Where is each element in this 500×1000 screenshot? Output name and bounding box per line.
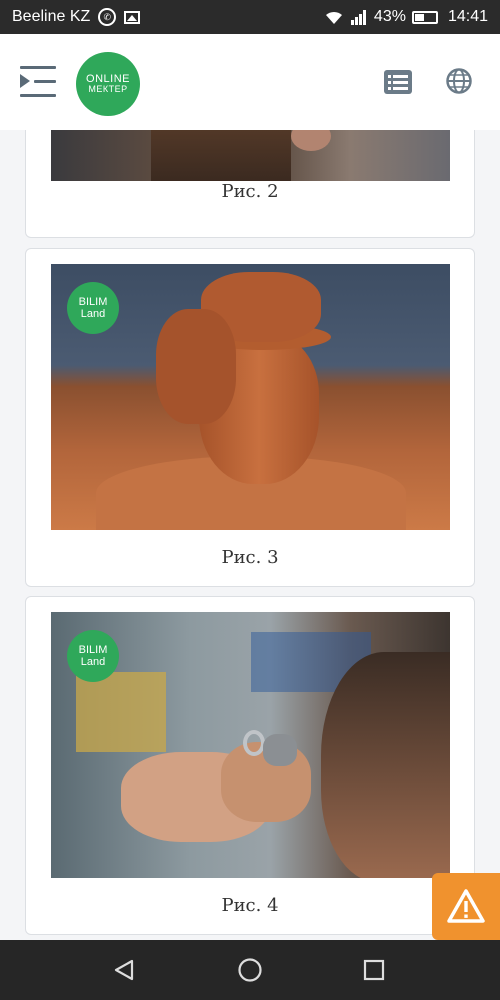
figure-caption: Рис. 4 [221,895,279,916]
figure-image[interactable] [51,130,450,181]
bilimland-watermark: BILIM Land [67,282,119,334]
clock: 14:41 [447,8,488,25]
battery-level: 43% [373,8,406,25]
figure-image[interactable]: BILIM Land [51,264,450,530]
bilimland-watermark: BILIM Land [67,630,119,682]
list-icon[interactable] [384,70,412,94]
image-icon [124,10,141,24]
navigation-bar [0,940,500,1000]
online-mektep-logo[interactable]: ONLINE МЕКТЕР [76,52,140,116]
home-icon[interactable] [237,957,263,983]
watermark-line-2: Land [80,656,106,668]
battery-icon [411,10,438,24]
menu-icon[interactable] [20,66,56,98]
figure-card: BILIM Land Рис. 3 [25,248,475,587]
back-icon[interactable] [112,958,136,982]
status-bar: Beeline KZ ✆ 43% 14:41 [0,0,500,34]
logo-line-2: МЕКТЕР [88,84,128,95]
figure-card: Рис. 2 [25,130,475,238]
figure-caption: Рис. 3 [221,547,279,568]
globe-icon[interactable] [446,68,472,94]
figure-caption: Рис. 2 [221,181,279,202]
watermark-line-1: BILIM [78,295,108,308]
app-header: ONLINE МЕКТЕР [0,34,500,130]
recents-icon[interactable] [363,959,385,981]
figure-card: BILIM Land Рис. 4 [25,596,475,935]
content-scroll[interactable]: Рис. 2 BILIM Land Рис. 3 BILIM Land Рис.… [0,130,500,940]
warning-icon [447,889,485,923]
wifi-icon [325,11,342,24]
whatsapp-icon: ✆ [98,8,117,26]
signal-icon [350,10,366,25]
carrier-name: Beeline KZ [12,8,91,25]
report-button[interactable] [432,873,500,940]
figure-image[interactable]: BILIM Land [51,612,450,878]
watermark-line-1: BILIM [78,643,108,656]
watermark-line-2: Land [80,308,106,320]
